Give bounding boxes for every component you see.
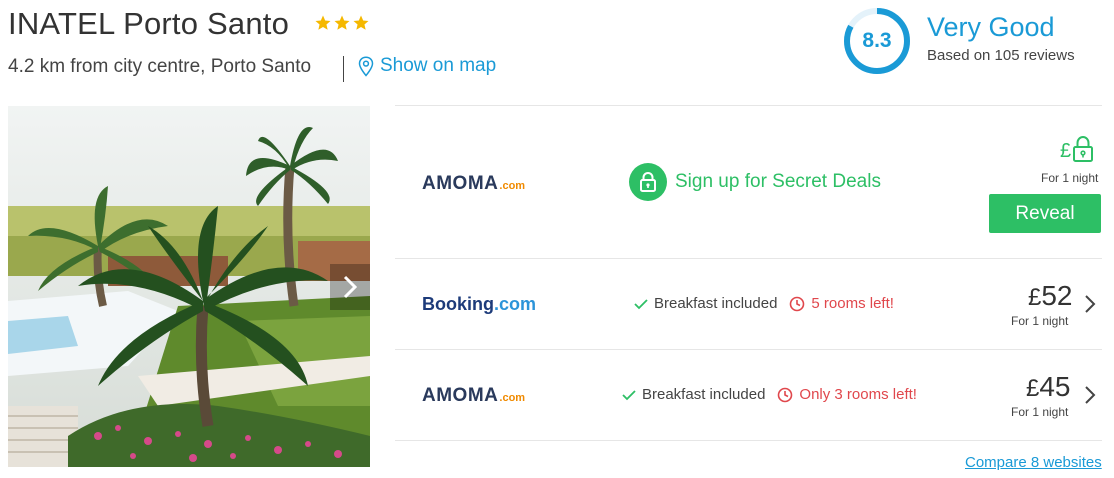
- photo-next-button[interactable]: [330, 264, 370, 310]
- row-divider: [395, 258, 1102, 259]
- provider-suffix: .com: [499, 392, 526, 404]
- price-currency: £: [1060, 140, 1072, 162]
- rooms-left: Only 3 rooms left!: [799, 386, 917, 403]
- price-per-night: For 1 night: [1011, 405, 1069, 419]
- price-per-night: For 1 night: [1041, 171, 1099, 185]
- clock-icon: [790, 296, 805, 311]
- clock-icon: [778, 387, 793, 402]
- chevron-right-icon[interactable]: [1083, 385, 1097, 405]
- secret-deals-signup[interactable]: Sign up for Secret Deals: [629, 163, 881, 201]
- check-icon: [634, 298, 648, 309]
- hotel-photo[interactable]: [8, 106, 370, 467]
- reveal-button[interactable]: Reveal: [989, 194, 1101, 233]
- secret-deals-label: Sign up for Secret Deals: [675, 171, 881, 192]
- rooms-left: 5 rooms left!: [811, 295, 894, 312]
- provider-name: AMOMA: [422, 385, 499, 406]
- compare-websites-link[interactable]: Compare 8 websites: [965, 454, 1102, 471]
- deal-price: £45: [1026, 371, 1071, 403]
- breakfast-included: Breakfast included: [654, 295, 778, 312]
- provider-logo-amoma: AMOMA .com: [422, 385, 525, 407]
- deal-features: Breakfast included Only 3 rooms left!: [622, 386, 917, 403]
- show-on-map-label: Show on map: [380, 55, 497, 76]
- review-count: Based on 105 reviews: [927, 47, 1075, 64]
- provider-name: Booking: [422, 294, 494, 314]
- price-currency: £: [1028, 284, 1042, 311]
- divider: [343, 56, 344, 82]
- deal-price: £52: [1028, 280, 1073, 312]
- lock-icon: [629, 163, 667, 201]
- price-value: 52: [1041, 280, 1073, 311]
- hotel-location: 4.2 km from city centre, Porto Santo: [8, 56, 312, 77]
- locked-price: £: [1060, 135, 1094, 163]
- lock-icon: [1073, 135, 1094, 162]
- price-currency: £: [1026, 375, 1040, 402]
- deal-features: Breakfast included 5 rooms left!: [634, 295, 894, 312]
- hotel-photo-image: [8, 106, 370, 467]
- chevron-right-icon[interactable]: [1083, 294, 1097, 314]
- hotel-name: INATEL Porto Santo: [8, 6, 290, 41]
- price-value: 45: [1039, 371, 1071, 402]
- provider-suffix: .com: [494, 294, 537, 314]
- map-pin-icon: [358, 55, 374, 77]
- check-icon: [622, 389, 636, 400]
- chevron-right-icon: [343, 275, 357, 299]
- star-icon: [334, 15, 350, 30]
- provider-logo-amoma: AMOMA .com: [422, 173, 525, 195]
- row-divider: [395, 440, 1102, 441]
- rating-label: Very Good: [927, 12, 1055, 42]
- rating-score: 8.3: [862, 29, 892, 52]
- provider-suffix: .com: [499, 180, 526, 192]
- breakfast-included: Breakfast included: [642, 386, 766, 403]
- provider-logo-booking: Booking .com: [422, 294, 536, 315]
- provider-name: AMOMA: [422, 173, 499, 194]
- row-divider: [395, 349, 1102, 350]
- row-divider: [395, 105, 1102, 106]
- star-rating: [314, 14, 370, 32]
- show-on-map-link[interactable]: Show on map: [358, 55, 496, 77]
- price-per-night: For 1 night: [1011, 314, 1069, 328]
- star-icon: [315, 15, 331, 30]
- star-icon: [353, 15, 369, 30]
